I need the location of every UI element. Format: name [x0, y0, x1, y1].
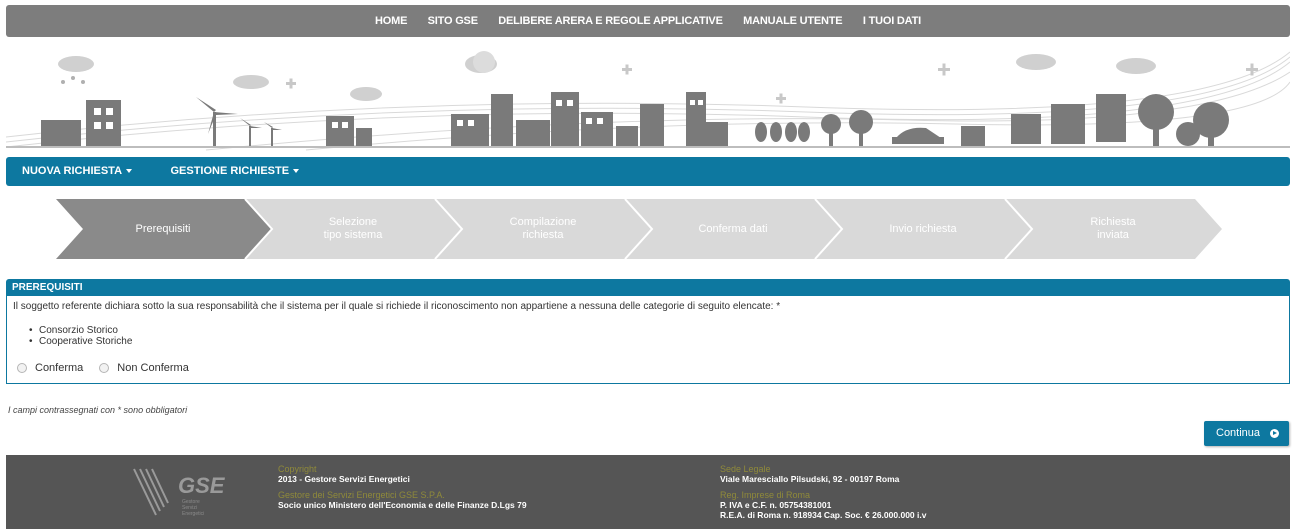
wizard-steps: Prerequisiti Selezione tipo sistema Compi… [0, 196, 1292, 262]
menu-gestione-richieste[interactable]: GESTIONE RICHIESTE [170, 157, 300, 186]
reg-value-2: R.E.A. di Roma n. 918934 Cap. Soc. € 26.… [720, 510, 927, 520]
wizard-step-line1: Conferma dati [698, 222, 768, 235]
confirmation-radio-group: Conferma Non Conferma [17, 362, 205, 374]
wizard-step-line2: inviata [1097, 229, 1129, 241]
wizard-step-invio: Invio richiesta [848, 196, 998, 262]
company-value: Socio unico Ministero dell'Economia e de… [278, 500, 527, 510]
menu-gestione-richieste-label: GESTIONE RICHIESTE [170, 165, 290, 177]
continue-button-label: Continua [1216, 427, 1261, 439]
gse-logo-text: GSE [178, 473, 226, 498]
category-list: Consorzio Storico Cooperative Storiche [29, 325, 132, 347]
section-body: Il soggetto referente dichiara sotto la … [6, 296, 1290, 384]
copyright-label: Copyright [278, 464, 317, 474]
conferma-radio[interactable] [17, 363, 27, 373]
topnav-sito-gse-link[interactable]: SITO GSE [428, 5, 478, 37]
wizard-step-line1: Richiesta [1090, 216, 1136, 228]
wizard-step-line2: richiesta [522, 229, 564, 241]
topnav-tuoi-dati-link[interactable]: I TUOI DATI [863, 5, 921, 37]
gse-logo: GSE Gestore Servizi Energetici [126, 463, 236, 521]
wizard-step-compilazione: Compilazione richiesta [468, 196, 618, 262]
wizard-step-line2: tipo sistema [323, 229, 383, 241]
conferma-label[interactable]: Conferma [35, 362, 83, 374]
main-menu-bar: NUOVA RICHIESTA GESTIONE RICHIESTE [6, 157, 1290, 186]
wizard-step-line1: Invio richiesta [889, 222, 957, 235]
company-label: Gestore dei Servizi Energetici GSE S.P.A… [278, 490, 445, 500]
wizard-step-selezione: Selezione tipo sistema [278, 196, 428, 262]
footer-col-left: Copyright 2013 - Gestore Servizi Energet… [278, 464, 527, 510]
list-item: Cooperative Storiche [29, 336, 132, 347]
topnav-home-link[interactable]: HOME [375, 5, 407, 37]
prerequisite-question: Il soggetto referente dichiara sotto la … [13, 301, 781, 312]
non-conferma-radio[interactable] [99, 363, 110, 373]
section-header: PREREQUISITI [6, 279, 1290, 296]
caret-down-icon [126, 169, 133, 174]
topnav-manuale-link[interactable]: MANUALE UTENTE [743, 5, 842, 37]
wizard-step-prerequisiti: Prerequisiti [88, 196, 238, 262]
caret-down-icon [293, 169, 300, 174]
seat-label: Sede Legale [720, 464, 771, 474]
non-conferma-label[interactable]: Non Conferma [117, 362, 189, 374]
wizard-step-line1: Compilazione [509, 216, 577, 228]
footer: GSE Gestore Servizi Energetici Copyright… [6, 455, 1290, 529]
list-item: Consorzio Storico [29, 325, 132, 336]
arrow-right-circle-icon [1270, 429, 1279, 438]
reg-label: Reg. Imprese di Roma [720, 490, 811, 500]
wizard-step-line1: Prerequisiti [135, 222, 191, 235]
header-banner-illustration [6, 42, 1290, 152]
wizard-step-inviata: Richiesta inviata [1038, 196, 1188, 262]
seat-value: Viale Maresciallo Pilsudski, 92 - 00197 … [720, 474, 900, 484]
wizard-step-line1: Selezione [328, 216, 378, 228]
footer-col-right: Sede Legale Viale Maresciallo Pilsudski,… [720, 464, 926, 520]
svg-text:Energetici: Energetici [182, 511, 204, 517]
wizard-step-conferma: Conferma dati [658, 196, 808, 262]
menu-nuova-richiesta-label: NUOVA RICHIESTA [22, 165, 123, 177]
top-navigation: HOME SITO GSE DELIBERE ARERA E REGOLE AP… [6, 5, 1290, 37]
continue-button[interactable]: Continua [1204, 421, 1289, 446]
menu-nuova-richiesta[interactable]: NUOVA RICHIESTA [22, 157, 133, 186]
reg-value-1: P. IVA e C.F. n. 05754381001 [720, 500, 832, 510]
required-fields-note: I campi contrassegnati con * sono obblig… [8, 405, 188, 415]
topnav-delibere-link[interactable]: DELIBERE ARERA E REGOLE APPLICATIVE [498, 5, 723, 37]
copyright-value: 2013 - Gestore Servizi Energetici [278, 474, 410, 484]
